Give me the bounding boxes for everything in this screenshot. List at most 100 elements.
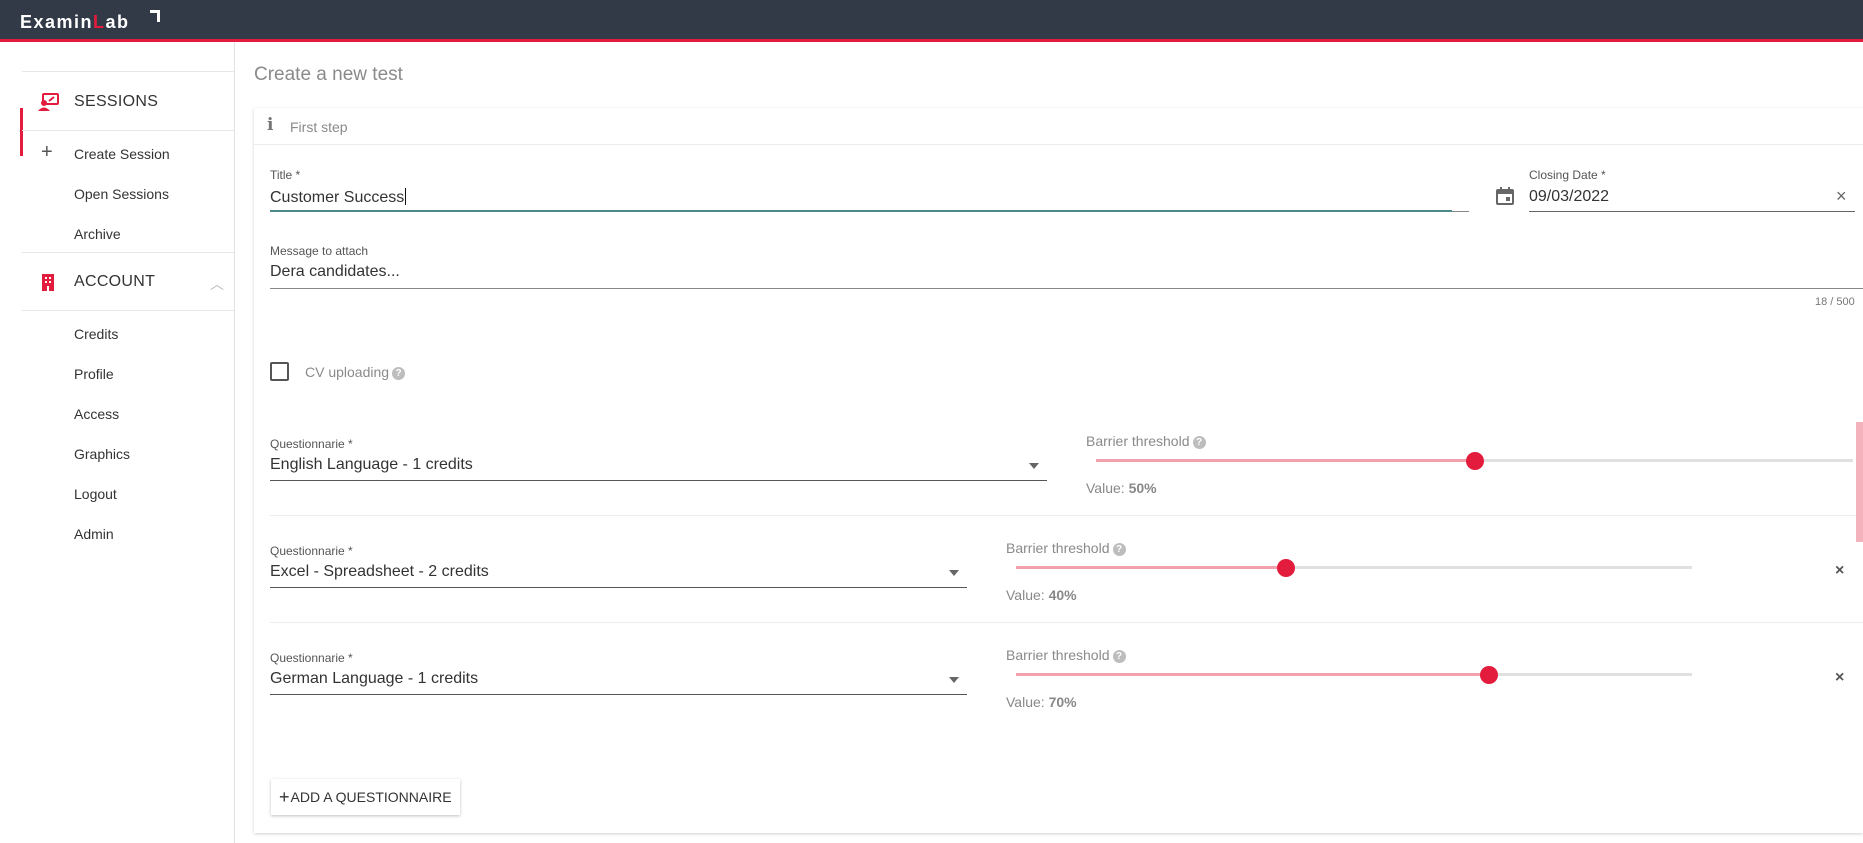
threshold-value-prefix: Value: (1006, 694, 1045, 710)
questionnaire-select[interactable]: German Language - 1 credits (270, 670, 478, 688)
threshold-value: 40% (1048, 587, 1077, 603)
cv-uploading-checkbox[interactable] (270, 362, 289, 381)
help-icon[interactable]: ? (392, 367, 406, 380)
sidebar-item-label: Access (74, 406, 120, 422)
sidebar-item-profile[interactable]: Profile (0, 358, 234, 390)
plus-icon: + (279, 786, 290, 807)
sidebar: SESSIONS + Create Session Open Sessions … (0, 42, 235, 843)
closing-date-label: Closing Date * (1529, 168, 1606, 182)
questionnaire-label: Questionnarie * (270, 651, 353, 665)
scrollbar-thumb[interactable] (1856, 422, 1863, 542)
logo-accent: L (93, 12, 106, 32)
questionnaire-underline (270, 694, 967, 695)
building-icon (42, 274, 54, 291)
slider-thumb[interactable] (1480, 666, 1499, 684)
barrier-threshold-slider[interactable] (1096, 452, 1853, 470)
title-field-label: Title * (270, 168, 301, 182)
dropdown-arrow-icon[interactable] (949, 570, 959, 576)
step-header: i First step (254, 108, 1863, 145)
create-test-form-card: i First step Title * Customer Success Cl… (254, 108, 1863, 833)
sidebar-section-label: SESSIONS (74, 93, 159, 110)
title-input-value: Customer Success (270, 189, 405, 206)
questionnaire-divider (270, 515, 1863, 516)
threshold-value-prefix: Value: (1006, 587, 1045, 603)
barrier-threshold-text: Barrier threshold (1006, 540, 1110, 556)
help-icon[interactable]: ? (1112, 650, 1126, 663)
sidebar-divider (22, 71, 234, 72)
logo-corner-icon (150, 10, 160, 22)
sidebar-item-label: Logout (74, 486, 117, 502)
remove-questionnaire-icon[interactable]: × (1835, 562, 1844, 580)
sidebar-item-create-session[interactable]: + Create Session (0, 138, 234, 170)
barrier-threshold-label: Barrier threshold? (1006, 647, 1126, 663)
add-questionnaire-button[interactable]: +ADD A QUESTIONNAIRE (271, 779, 460, 815)
calendar-icon[interactable] (1495, 186, 1515, 206)
sidebar-item-logout[interactable]: Logout (0, 478, 234, 510)
barrier-threshold-text: Barrier threshold (1006, 647, 1110, 663)
sidebar-divider (22, 310, 234, 311)
sidebar-item-graphics[interactable]: Graphics (0, 438, 234, 470)
sidebar-divider (22, 252, 234, 253)
help-icon[interactable]: ? (1112, 543, 1126, 556)
slider-fill (1016, 566, 1287, 569)
slider-thumb[interactable] (1277, 559, 1296, 577)
sidebar-item-label: Create Session (74, 146, 170, 162)
closing-date-input[interactable]: 09/03/2022 (1529, 188, 1609, 206)
threshold-value-prefix: Value: (1086, 480, 1125, 496)
clear-date-icon[interactable]: × (1836, 186, 1847, 207)
sidebar-item-label: Credits (74, 326, 119, 342)
sidebar-item-label: Archive (74, 226, 121, 242)
title-input-focus-underline (270, 210, 1452, 212)
logo-prefix: Examin (20, 12, 94, 32)
remove-questionnaire-icon[interactable]: × (1835, 669, 1844, 687)
top-bar: ExaminLab (0, 0, 1863, 42)
slider-fill (1096, 459, 1475, 462)
questionnaire-select[interactable]: English Language - 1 credits (270, 456, 473, 474)
barrier-threshold-slider[interactable] (1016, 666, 1692, 684)
dropdown-arrow-icon[interactable] (949, 677, 959, 683)
cv-uploading-label[interactable]: CV uploading? (305, 364, 406, 380)
barrier-threshold-text: Barrier threshold (1086, 433, 1190, 449)
sidebar-item-label: Open Sessions (74, 186, 169, 202)
cv-uploading-text: CV uploading (305, 364, 390, 380)
sidebar-item-archive[interactable]: Archive (0, 218, 234, 250)
barrier-threshold-label: Barrier threshold? (1006, 540, 1126, 556)
message-input[interactable]: Dera candidates... (270, 263, 400, 281)
message-char-counter: 18 / 500 (1815, 296, 1855, 308)
slider-fill (1016, 673, 1490, 676)
sidebar-item-credits[interactable]: Credits (0, 318, 234, 350)
questionnaire-divider (270, 622, 1863, 623)
chevron-up-icon[interactable]: ︿ (210, 274, 224, 294)
sidebar-section-account[interactable]: ACCOUNT ︿ (0, 264, 234, 300)
title-input[interactable]: Customer Success (270, 188, 407, 207)
threshold-value: 70% (1048, 694, 1077, 710)
sidebar-divider (22, 130, 234, 131)
barrier-threshold-slider[interactable] (1016, 559, 1692, 577)
sidebar-item-access[interactable]: Access (0, 398, 234, 430)
message-field-label: Message to attach (270, 244, 369, 258)
questionnaire-select[interactable]: Excel - Spreadsheet - 2 credits (270, 563, 489, 581)
sidebar-item-label: Profile (74, 366, 114, 382)
closing-date-underline (1529, 211, 1855, 212)
dropdown-arrow-icon[interactable] (1029, 463, 1039, 469)
sidebar-section-sessions[interactable]: SESSIONS (0, 84, 234, 120)
step-label: First step (290, 119, 348, 135)
threshold-value: 50% (1128, 480, 1157, 496)
logo[interactable]: ExaminLab (20, 12, 130, 33)
questionnaire-underline (270, 587, 967, 588)
slider-thumb[interactable] (1465, 452, 1484, 470)
info-icon: i (267, 115, 274, 135)
sidebar-item-open-sessions[interactable]: Open Sessions (0, 178, 234, 210)
page-title: Create a new test (254, 64, 403, 85)
questionnaire-label: Questionnarie * (270, 544, 353, 558)
sidebar-item-admin[interactable]: Admin (0, 518, 234, 550)
sidebar-item-label: Graphics (74, 446, 131, 462)
threshold-value-text: Value: 50% (1086, 480, 1157, 496)
text-caret (405, 188, 407, 205)
barrier-threshold-label: Barrier threshold? (1086, 433, 1206, 449)
help-icon[interactable]: ? (1192, 436, 1206, 449)
presentation-user-icon (38, 93, 59, 111)
plus-icon: + (41, 141, 53, 163)
message-underline (270, 288, 1863, 289)
sidebar-item-label: Admin (74, 526, 114, 542)
